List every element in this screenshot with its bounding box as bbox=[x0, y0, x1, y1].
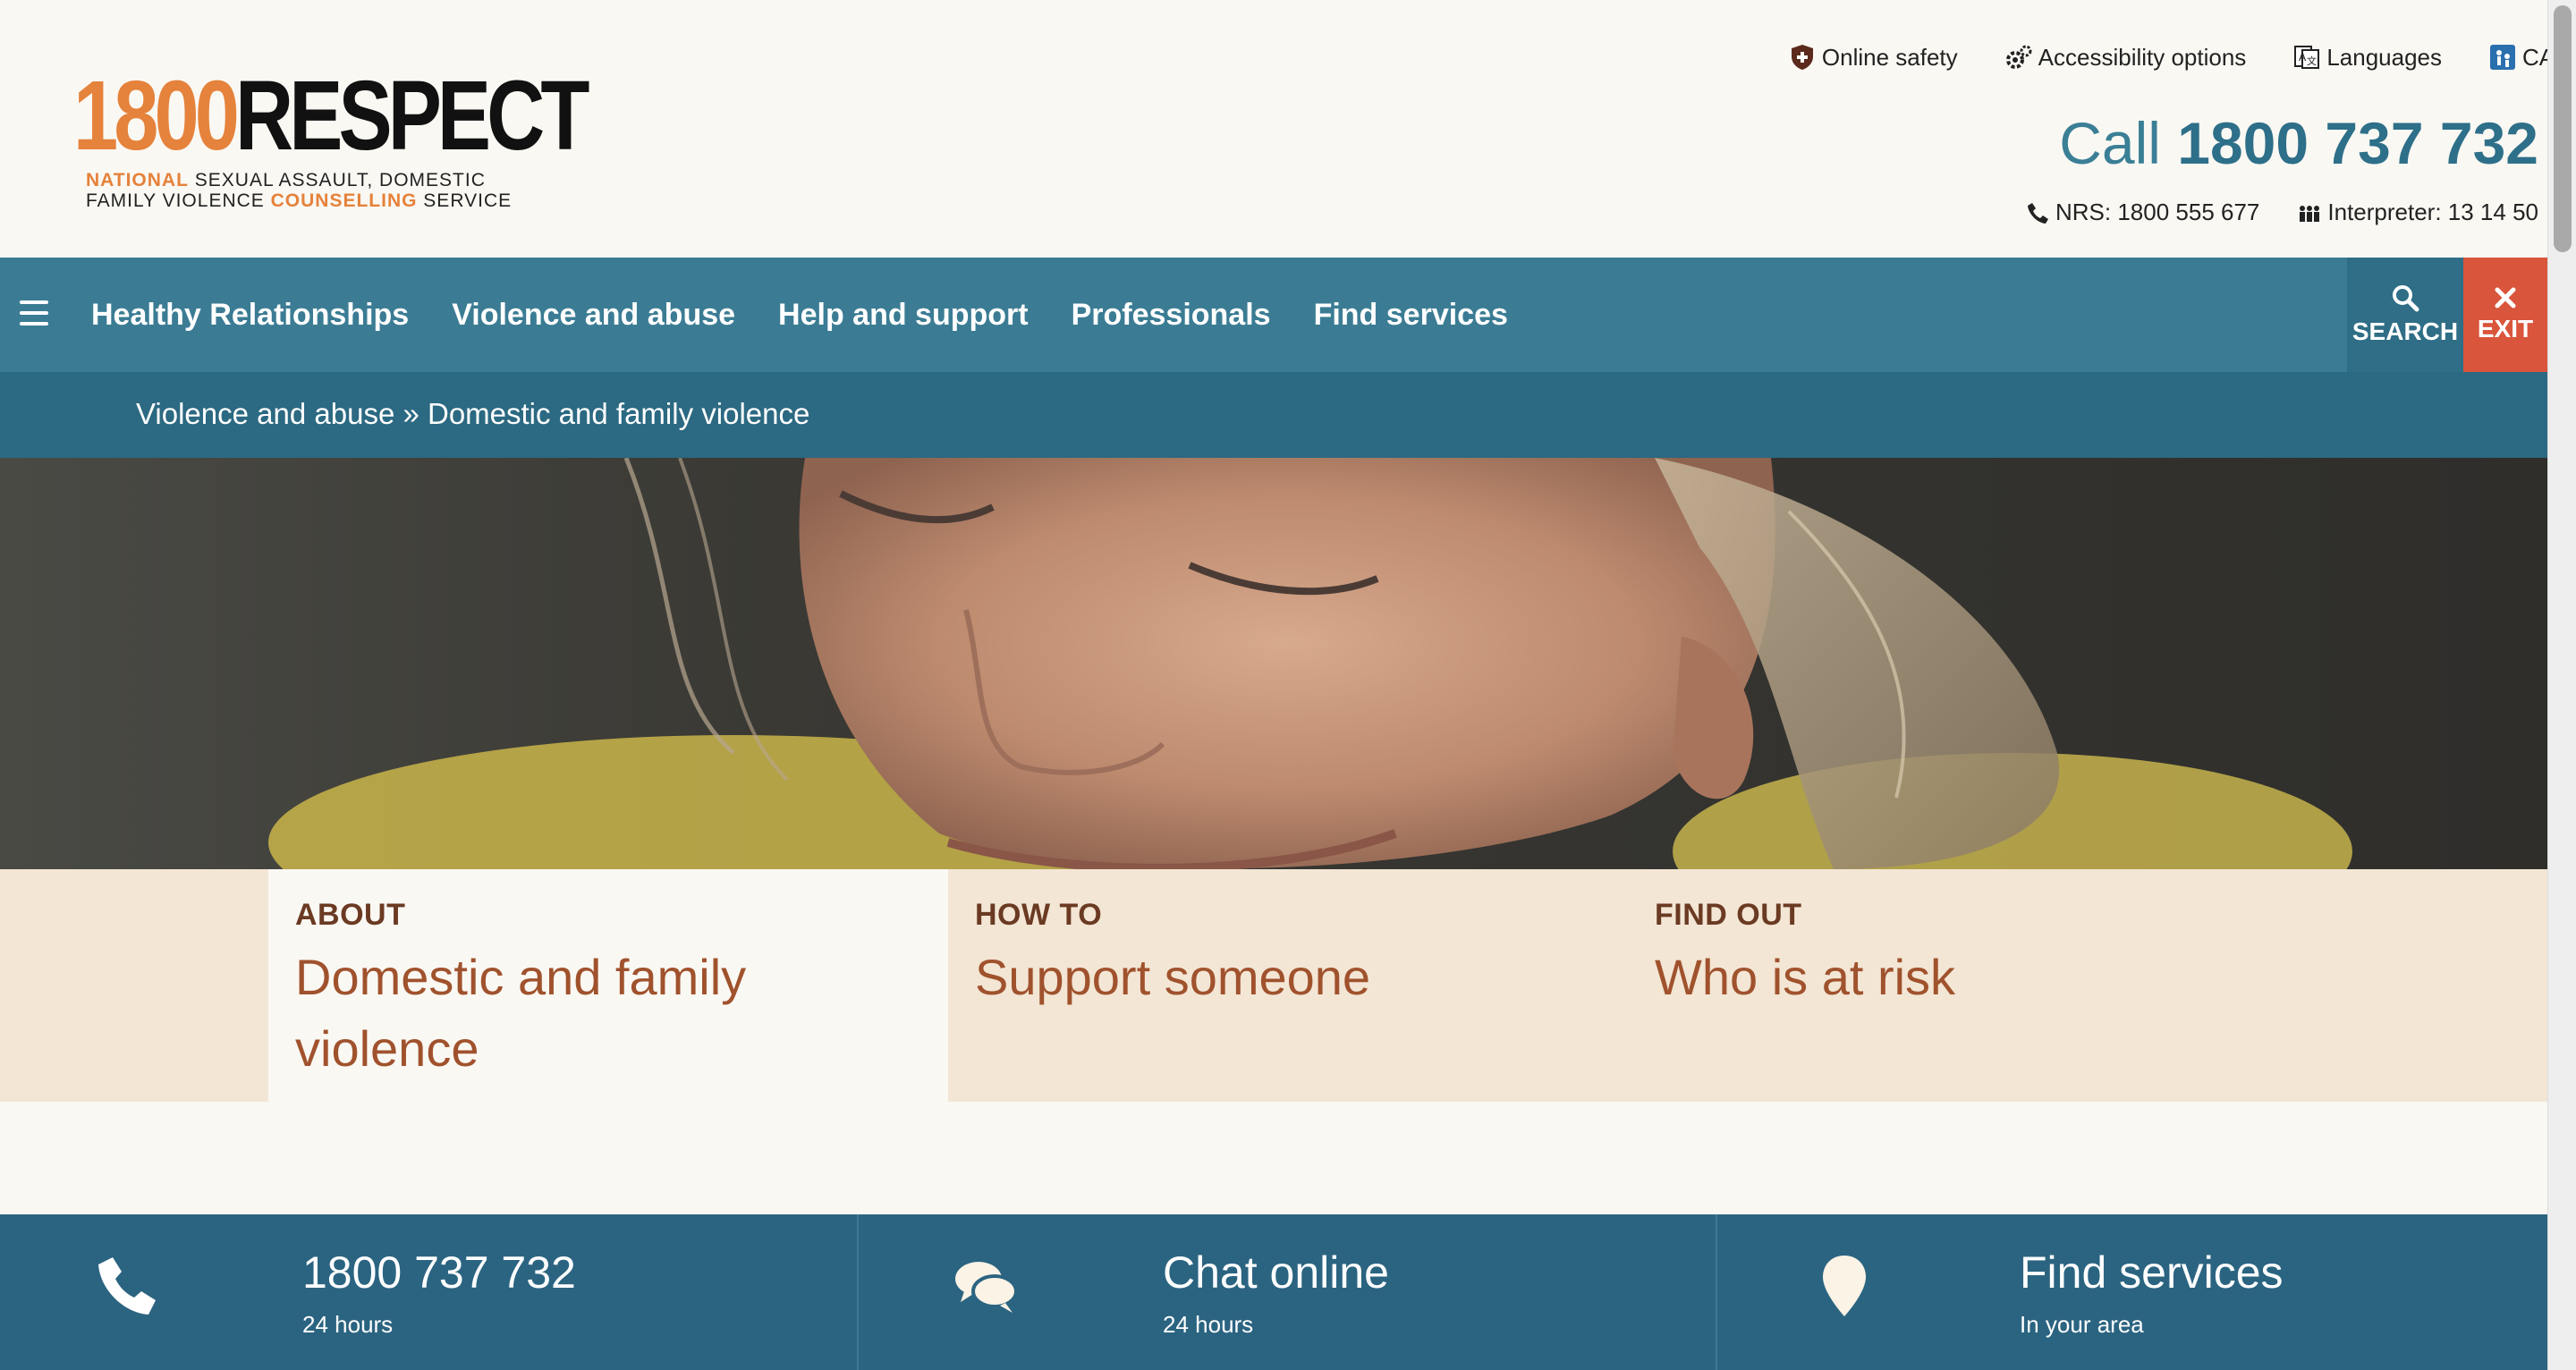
svg-text:A: A bbox=[2299, 51, 2307, 63]
svg-text:文: 文 bbox=[2307, 55, 2317, 67]
contact-chat[interactable]: Chat online 24 hours bbox=[859, 1214, 1717, 1370]
close-icon bbox=[2495, 287, 2516, 309]
contact-chat-hours: 24 hours bbox=[1163, 1311, 1254, 1338]
nav-item-help-and-support[interactable]: Help and support bbox=[778, 298, 1029, 333]
tab-title: Domestic and family violence bbox=[295, 949, 747, 1077]
tab-kicker: FIND OUT bbox=[1655, 898, 1802, 932]
topic-tabs: ABOUT Domestic and family violence HOW T… bbox=[0, 869, 2547, 1102]
nav-items: Healthy Relationships Violence and abuse… bbox=[91, 258, 1508, 372]
call-number-value: 1800 737 732 bbox=[2177, 110, 2538, 176]
contact-phone-hours: 24 hours bbox=[302, 1311, 394, 1338]
call-number[interactable]: Call 1800 737 732 bbox=[2059, 109, 2538, 177]
main-nav: Healthy Relationships Violence and abuse… bbox=[0, 258, 2547, 372]
contact-find-services[interactable]: Find services In your area bbox=[1717, 1214, 2547, 1370]
tab-kicker: ABOUT bbox=[295, 898, 406, 932]
nav-item-professionals[interactable]: Professionals bbox=[1072, 298, 1271, 333]
nav-item-find-services[interactable]: Find services bbox=[1314, 298, 1508, 333]
search-button[interactable]: SEARCH bbox=[2347, 258, 2463, 372]
utility-links: Online safety Accessibility options A文 L… bbox=[1788, 39, 2547, 75]
phone-icon bbox=[2028, 202, 2048, 224]
phone-icon bbox=[98, 1257, 156, 1315]
interpreter-people-icon bbox=[2300, 205, 2320, 222]
online-safety-label: Online safety bbox=[1821, 43, 1958, 71]
logo-tagline-start-2: FAMILY VIOLENCE bbox=[86, 190, 271, 211]
cald-link[interactable]: CALD bbox=[2488, 43, 2547, 72]
interpreter-label: Interpreter: 13 14 50 bbox=[2327, 199, 2538, 225]
contact-find-services-area: In your area bbox=[2020, 1311, 2144, 1338]
cald-label: CALD bbox=[2522, 43, 2547, 71]
contact-phone-number: 1800 737 732 bbox=[302, 1247, 576, 1298]
location-pin-icon bbox=[1823, 1256, 1866, 1316]
chat-icon bbox=[955, 1262, 1018, 1313]
search-label: SEARCH bbox=[2351, 317, 2459, 345]
contact-find-services-label: Find services bbox=[2020, 1247, 2284, 1298]
tab-how-to[interactable]: HOW TO Support someone bbox=[948, 869, 1628, 1102]
tab-title: Who is at risk bbox=[1655, 949, 1956, 1005]
logo-word: RESPECT bbox=[234, 61, 590, 171]
tab-find-out[interactable]: FIND OUT Who is at risk bbox=[1628, 869, 2308, 1102]
logo-number: 1800 bbox=[73, 61, 240, 171]
logo-tagline-end-2: SERVICE bbox=[417, 190, 513, 211]
breadcrumb: Violence and abuse » Domestic and family… bbox=[0, 372, 2547, 458]
accessibility-options-label: Accessibility options bbox=[2038, 43, 2247, 71]
alt-contacts: NRS: 1800 555 677 Interpreter: 13 14 50 bbox=[2025, 199, 2538, 226]
search-icon bbox=[2393, 285, 2419, 312]
shield-icon bbox=[1791, 45, 1813, 70]
logo-tagline: NATIONAL SEXUAL ASSAULT, DOMESTIC FAMILY… bbox=[86, 170, 698, 211]
tab-about[interactable]: ABOUT Domestic and family violence bbox=[268, 869, 948, 1102]
logo-wordmark: 1800RESPECT bbox=[73, 67, 589, 165]
languages-link[interactable]: A文 Languages bbox=[2292, 43, 2442, 72]
exit-label: EXIT bbox=[2477, 315, 2534, 342]
vertical-scrollbar[interactable] bbox=[2547, 0, 2576, 1370]
page: 1800RESPECT NATIONAL SEXUAL ASSAULT, DOM… bbox=[0, 0, 2547, 1370]
languages-label: Languages bbox=[2326, 43, 2442, 71]
contact-bar: 1800 737 732 24 hours Chat online 24 hou… bbox=[0, 1214, 2547, 1370]
site-logo[interactable]: 1800RESPECT NATIONAL SEXUAL ASSAULT, DOM… bbox=[73, 67, 698, 212]
nrs-contact[interactable]: NRS: 1800 555 677 bbox=[2025, 199, 2259, 226]
contact-phone[interactable]: 1800 737 732 24 hours bbox=[0, 1214, 859, 1370]
hero-photo-woman bbox=[0, 458, 2547, 869]
contact-chat-label: Chat online bbox=[1163, 1247, 1389, 1298]
tab-title: Support someone bbox=[975, 949, 1371, 1005]
logo-tagline-rest-1: SEXUAL ASSAULT, DOMESTIC bbox=[188, 170, 486, 190]
logo-tagline-highlight-2: COUNSELLING bbox=[270, 190, 418, 211]
gears-icon bbox=[2005, 45, 2032, 69]
interpreter-contact[interactable]: Interpreter: 13 14 50 bbox=[2297, 199, 2538, 226]
breadcrumb-text[interactable]: Violence and abuse » Domestic and family… bbox=[136, 397, 809, 431]
site-header: 1800RESPECT NATIONAL SEXUAL ASSAULT, DOM… bbox=[0, 0, 2547, 258]
nav-item-violence-and-abuse[interactable]: Violence and abuse bbox=[452, 298, 735, 333]
exit-button[interactable]: EXIT bbox=[2463, 258, 2547, 372]
online-safety-link[interactable]: Online safety bbox=[1788, 43, 1958, 72]
nrs-label: NRS: 1800 555 677 bbox=[2055, 199, 2260, 225]
menu-icon[interactable] bbox=[20, 300, 48, 326]
tab-kicker: HOW TO bbox=[975, 898, 1103, 932]
logo-tagline-highlight-1: NATIONAL bbox=[86, 170, 189, 190]
nav-item-healthy-relationships[interactable]: Healthy Relationships bbox=[91, 298, 409, 333]
translate-icon: A文 bbox=[2294, 46, 2320, 69]
accessibility-options-link[interactable]: Accessibility options bbox=[2004, 43, 2247, 72]
call-prefix: Call bbox=[2059, 110, 2161, 176]
people-icon bbox=[2490, 45, 2515, 70]
hero-image bbox=[0, 458, 2547, 869]
scrollbar-thumb[interactable] bbox=[2554, 5, 2572, 252]
